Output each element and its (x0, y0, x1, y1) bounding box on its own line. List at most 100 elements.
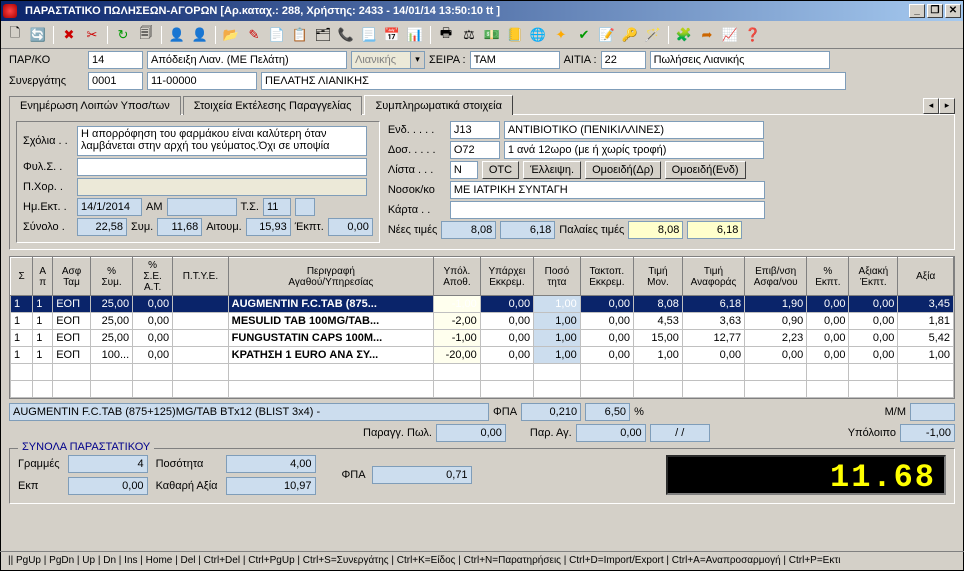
new-icon[interactable]: 🗋 (5, 25, 25, 45)
chevron-down-icon[interactable]: ▾ (411, 51, 425, 69)
print-icon[interactable]: 🖶 (436, 25, 456, 45)
table-row[interactable] (11, 364, 954, 381)
table-row[interactable]: 11ΕΟΠ25,000,00MESULID TAB 100MG/TAB...-2… (11, 313, 954, 330)
col-desc: ΠεριγραφήΑγαθού/Υπηρεσίας (228, 258, 433, 296)
note-icon[interactable]: 📝 (597, 25, 617, 45)
ekpt-label: Έκπτ. (295, 221, 324, 233)
tab-extra[interactable]: Συμπληρωματικά στοιχεία (364, 95, 513, 115)
cut-icon[interactable]: ✂ (82, 25, 102, 45)
wand-icon[interactable]: 🪄 (643, 25, 663, 45)
old-prices-label: Παλαίες τιμές (559, 224, 624, 236)
card-label: Κάρτα . . (388, 204, 446, 216)
op2-field[interactable] (687, 221, 742, 239)
partner-name[interactable] (261, 72, 846, 90)
fpa-pct[interactable] (585, 403, 630, 421)
user2-icon[interactable]: 👤 (190, 25, 210, 45)
table-row[interactable]: 11ΕΟΠ25,000,00FUNGUSTATIN CAPS 100M...-1… (11, 330, 954, 347)
table-row[interactable]: 11ΕΟΠ100...0,00ΚΡΑΤΗΣΗ 1 EURO ΑΝΑ ΣΥ...-… (11, 347, 954, 364)
refresh-icon[interactable]: ↻ (113, 25, 133, 45)
comments-field[interactable]: Η απορρόφηση του φαρμάκου είναι καλύτερη… (77, 126, 367, 156)
parko-code[interactable] (88, 51, 143, 69)
line-items-grid[interactable]: Σ Απ ΑσφΤαμ %Συμ. %Σ.Ε.Α.Τ. Π.Τ.Υ.Ε. Περ… (9, 256, 955, 399)
op1-field[interactable] (628, 221, 683, 239)
list-code[interactable] (450, 161, 478, 179)
parag-ag[interactable] (576, 424, 646, 442)
money-icon[interactable]: 💵 (482, 25, 502, 45)
fyls-field[interactable] (77, 158, 367, 176)
product-full[interactable] (9, 403, 489, 421)
partner-label: Συνεργάτης (9, 75, 84, 87)
graph-icon[interactable]: 📈 (720, 25, 740, 45)
comments-label: Σχόλια . . (23, 135, 73, 147)
ledger-icon[interactable]: 📒 (505, 25, 525, 45)
minimize-button[interactable]: _ (909, 4, 925, 18)
col-takt: Τακτοπ.Εκκρεμ. (580, 258, 633, 296)
partner-code2[interactable] (147, 72, 257, 90)
ts-label: Τ.Σ. (241, 201, 259, 213)
total-field[interactable] (77, 218, 127, 236)
report-icon[interactable]: 📊 (405, 25, 425, 45)
edit-icon[interactable]: ✎ (244, 25, 264, 45)
aitoum-field[interactable] (246, 218, 291, 236)
tab-info[interactable]: Ενημέρωση Λοιπών Υποσ/των (9, 96, 181, 115)
date-field[interactable] (77, 198, 142, 216)
tab-prev-icon[interactable]: ◂ (923, 98, 939, 114)
doc1-icon[interactable]: 📄 (267, 25, 287, 45)
options-icon[interactable]: 🧩 (674, 25, 694, 45)
cause-desc[interactable] (650, 51, 830, 69)
ypol-field[interactable] (900, 424, 955, 442)
np1-field[interactable] (441, 221, 496, 239)
fpa-rate[interactable] (521, 403, 581, 421)
ts-extra[interactable] (295, 198, 315, 216)
restore-button[interactable]: ❐ (927, 4, 943, 18)
close-button[interactable]: ✕ (945, 4, 961, 18)
tab-order[interactable]: Στοιχεία Εκτέλεσης Παραγγελίας (183, 96, 363, 115)
nosok-field[interactable] (450, 181, 765, 199)
delete-icon[interactable]: ✖ (59, 25, 79, 45)
dos-code[interactable] (450, 141, 500, 159)
omoeidi-dr-button[interactable]: Ομοειδή(Δρ) (585, 161, 661, 179)
doc2-icon[interactable]: 📋 (290, 25, 310, 45)
np2-field[interactable] (500, 221, 555, 239)
totals-legend: ΣΥΝΟΛΑ ΠΑΡΑΣΤΑΤΙΚΟΥ (18, 441, 154, 453)
ekp-field (68, 477, 148, 495)
export-icon[interactable]: ➦ (697, 25, 717, 45)
sym-field[interactable] (157, 218, 202, 236)
otc-button[interactable]: OTC (482, 161, 519, 179)
am-field[interactable] (167, 198, 237, 216)
scale-icon[interactable]: ⚖ (459, 25, 479, 45)
globe-icon[interactable]: 🌐 (528, 25, 548, 45)
cards-icon[interactable]: 🗂 (313, 25, 333, 45)
table-row[interactable]: 11ΕΟΠ25,000,00AUGMENTIN F.C.TAB (875...-… (11, 296, 954, 313)
ts-field[interactable] (263, 198, 291, 216)
page-icon[interactable]: 📃 (359, 25, 379, 45)
elleipsi-button[interactable]: Έλλειψη. (523, 161, 581, 179)
help-icon[interactable]: ❓ (743, 25, 763, 45)
parko-desc[interactable] (147, 51, 347, 69)
date-slash[interactable] (650, 424, 710, 442)
mm-field[interactable] (910, 403, 955, 421)
phone-icon[interactable]: 📞 (336, 25, 356, 45)
tab-next-icon[interactable]: ▸ (939, 98, 955, 114)
parag-pol[interactable] (436, 424, 506, 442)
table-row[interactable] (11, 381, 954, 398)
search-icon[interactable]: 🗐 (136, 25, 156, 45)
folder-icon[interactable]: 📂 (221, 25, 241, 45)
series-field[interactable] (470, 51, 560, 69)
phor-field[interactable] (77, 178, 367, 196)
tick-icon[interactable]: ✔ (574, 25, 594, 45)
omoeidi-end-button[interactable]: Ομοειδή(Ενδ) (665, 161, 746, 179)
cal-icon[interactable]: 📅 (382, 25, 402, 45)
star-icon[interactable]: ✦ (551, 25, 571, 45)
col-ekpt: %Εκπτ. (807, 258, 849, 296)
partner-code[interactable] (88, 72, 143, 90)
key-icon[interactable]: 🔑 (620, 25, 640, 45)
dos-desc[interactable] (504, 141, 764, 159)
end-code[interactable] (450, 121, 500, 139)
user1-icon[interactable]: 👤 (167, 25, 187, 45)
rotate-icon[interactable]: 🔄 (28, 25, 48, 45)
cause-code[interactable] (601, 51, 646, 69)
ekpt-field[interactable] (328, 218, 373, 236)
card-field[interactable] (450, 201, 765, 219)
end-desc[interactable] (504, 121, 764, 139)
